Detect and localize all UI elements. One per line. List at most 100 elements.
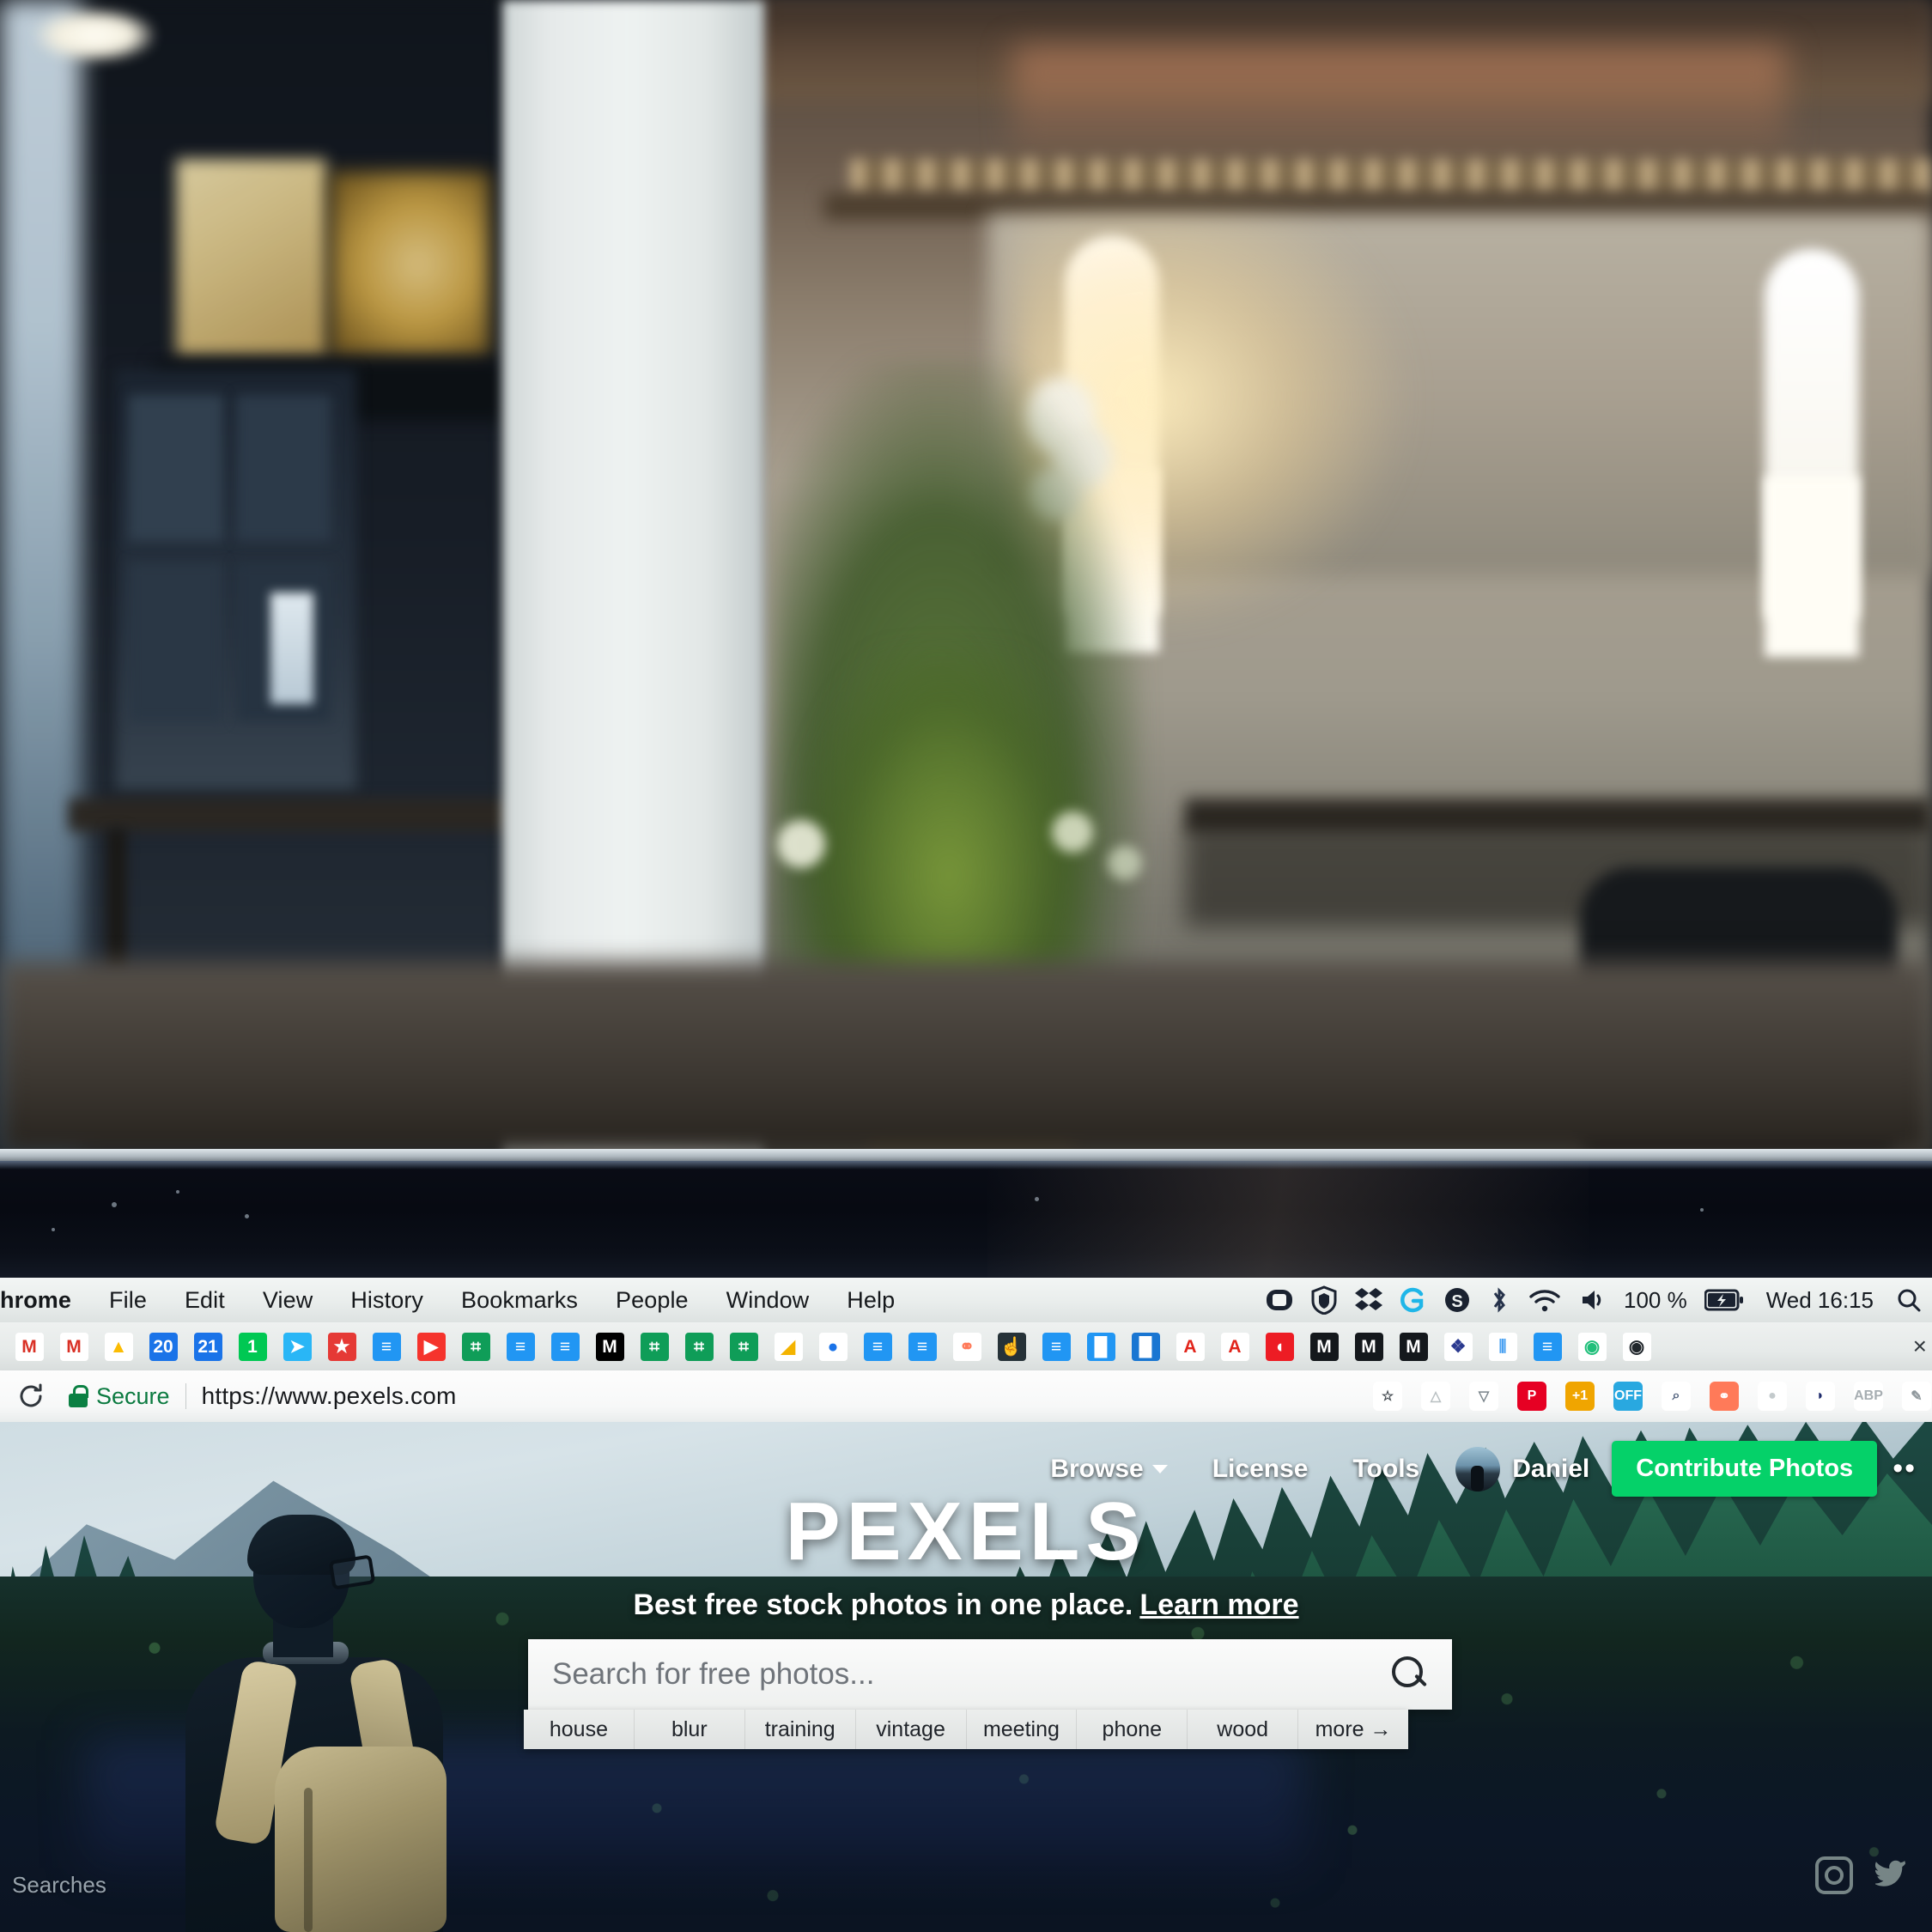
bookmark-google-docs-3[interactable]: ≡ [543,1327,587,1366]
bookmark-cursor-hand[interactable]: ☝ [989,1327,1034,1366]
gmail-2-icon: M [59,1332,88,1361]
address-input[interactable]: https://www.pexels.com [202,1382,457,1410]
contribute-photos-button[interactable]: Contribute Photos [1612,1441,1878,1497]
extension-magnifier-extension[interactable]: ⌕ [1652,1376,1700,1417]
extension-pinterest-extension[interactable]: P [1508,1376,1556,1417]
bookmark-medium[interactable]: M [587,1327,632,1366]
extension-hubspot-extension[interactable]: ⚭ [1700,1376,1748,1417]
tag-chip-wood[interactable]: wood [1188,1710,1299,1749]
nav-license[interactable]: License [1190,1455,1331,1484]
mac-menu-bar: hrome File Edit View History Bookmarks P… [0,1278,1932,1322]
user-name-label[interactable]: Daniel [1512,1455,1589,1484]
bookmark-hubspot[interactable]: ⚭ [945,1327,989,1366]
extension-notes-pencil-extension[interactable]: ✎ [1893,1376,1932,1417]
avatar[interactable] [1455,1446,1501,1492]
bookmark-google-docs-6[interactable]: ≡ [1034,1327,1078,1366]
extension-droplet-gray-extension[interactable]: ● [1748,1376,1796,1417]
bookmark-google-sheets[interactable]: ⌗ [453,1327,498,1366]
bookmark-adobe-2[interactable]: A [1212,1327,1257,1366]
tag-chip-phone[interactable]: phone [1077,1710,1188,1749]
extension-google-drive-extension[interactable]: △ [1412,1376,1460,1417]
tag-chip-house[interactable]: house [524,1710,635,1749]
learn-more-link[interactable]: Learn more [1139,1589,1298,1621]
menu-item-people[interactable]: People [597,1287,708,1314]
bookmark-adobe-red[interactable]: ◖ [1257,1327,1302,1366]
bookmark-gmail-2[interactable]: M [52,1327,96,1366]
menu-item-chrome[interactable]: hrome [0,1287,90,1314]
extension-plus-one-badge[interactable]: +1 [1556,1376,1604,1417]
reload-icon[interactable] [12,1377,50,1415]
nav-browse[interactable]: Browse [1028,1455,1189,1484]
bookmark-adobe-1[interactable]: A [1168,1327,1212,1366]
bookmarks-overflow-close-icon[interactable]: × [1913,1333,1932,1360]
spotlight-search-icon[interactable] [1896,1287,1922,1313]
tag-chip-vintage[interactable]: vintage [856,1710,967,1749]
bookmark-google-sheets-2[interactable]: ⌗ [632,1327,677,1366]
extension-off-toggle-badge[interactable]: OFF [1604,1376,1652,1417]
analytics-yellow-icon: ◢ [774,1332,803,1361]
bookmark-google-docs-2[interactable]: ≡ [498,1327,543,1366]
bookmark-gmail[interactable]: M [7,1327,52,1366]
search-icon[interactable] [1392,1656,1428,1692]
bookmark-bird-blue[interactable]: ❖ [1436,1327,1480,1366]
extension-droplet-blue-extension[interactable]: ◗ [1796,1376,1844,1417]
bookmark-pocket-star[interactable]: ★ [319,1327,364,1366]
tag-chip-blur[interactable]: blur [635,1710,745,1749]
clock-label[interactable]: Wed 16:15 [1761,1287,1879,1314]
bookmark-medium-4[interactable]: M [1391,1327,1436,1366]
search-bar[interactable]: Search for free photos... [528,1639,1452,1710]
menu-item-edit[interactable]: Edit [166,1287,244,1314]
bookmark-google-calendar-20[interactable]: 20 [141,1327,185,1366]
bookmark-youtube[interactable]: ▶ [409,1327,453,1366]
bookmark-aperture-green[interactable]: ◉ [1570,1327,1614,1366]
logitech-g-icon[interactable] [1400,1286,1426,1314]
bookmark-analytics-blue[interactable]: █ [1078,1327,1123,1366]
bookmark-google-docs-5[interactable]: ≡ [900,1327,945,1366]
menu-item-help[interactable]: Help [828,1287,914,1314]
security-indicator[interactable]: Secure [69,1383,170,1410]
dropbox-icon[interactable] [1354,1286,1383,1314]
bookmark-medium-2[interactable]: M [1302,1327,1346,1366]
bookmark-google-drive[interactable]: ▲ [96,1327,141,1366]
tag-chip-more[interactable]: more → [1298,1710,1408,1749]
bookmark-google-docs-7[interactable]: ≡ [1525,1327,1570,1366]
tag-chip-meeting[interactable]: meeting [967,1710,1078,1749]
bookmark-google-docs[interactable]: ≡ [364,1327,409,1366]
extension-bookmark-star-icon[interactable]: ☆ [1364,1376,1412,1417]
bookmark-google-calendar-21[interactable]: 21 [185,1327,230,1366]
menu-item-file[interactable]: File [90,1287,166,1314]
bookmark-google-docs-4[interactable]: ≡ [855,1327,900,1366]
bookmark-google-sheets-3[interactable]: ⌗ [677,1327,721,1366]
bookmark-telegram[interactable]: ➤ [275,1327,319,1366]
medium-4-icon: M [1399,1332,1428,1361]
bookmark-medium-3[interactable]: M [1346,1327,1391,1366]
extension-adblock-plus-extension[interactable]: ABP [1844,1376,1893,1417]
bookmark-evernote[interactable]: 1 [230,1327,275,1366]
bookmark-analytics-blue-2[interactable]: █ [1123,1327,1168,1366]
menu-item-window[interactable]: Window [708,1287,829,1314]
bookmark-glyph: M [66,1336,82,1357]
nav-overflow-icon[interactable]: •• [1893,1452,1917,1485]
svg-text:S: S [1451,1292,1462,1311]
bookmark-google-sheets-4[interactable]: ⌗ [721,1327,766,1366]
wifi-icon[interactable] [1528,1287,1562,1313]
search-input[interactable]: Search for free photos... [552,1657,874,1692]
bookmark-steemit[interactable]: ⦀ [1480,1327,1525,1366]
menu-item-view[interactable]: View [244,1287,331,1314]
volume-icon[interactable] [1579,1287,1607,1313]
bookmark-search-blue[interactable]: ● [811,1327,855,1366]
battery-charging-icon[interactable] [1704,1289,1744,1311]
menu-item-history[interactable]: History [331,1287,442,1314]
vpn-shield-icon[interactable] [1311,1285,1337,1315]
bluetooth-icon[interactable] [1488,1286,1510,1314]
nav-tools[interactable]: Tools [1330,1455,1442,1484]
bookmark-analytics-yellow[interactable]: ◢ [766,1327,811,1366]
skype-icon[interactable]: S [1443,1286,1471,1314]
bookmark-aperture-dark[interactable]: ◉ [1614,1327,1659,1366]
menu-item-bookmarks[interactable]: Bookmarks [442,1287,597,1314]
twitter-icon[interactable] [1874,1858,1911,1893]
tag-chip-training[interactable]: training [745,1710,856,1749]
display-icon[interactable] [1265,1287,1294,1313]
instagram-icon[interactable] [1815,1856,1853,1894]
extension-pocket-extension[interactable]: ▽ [1460,1376,1508,1417]
